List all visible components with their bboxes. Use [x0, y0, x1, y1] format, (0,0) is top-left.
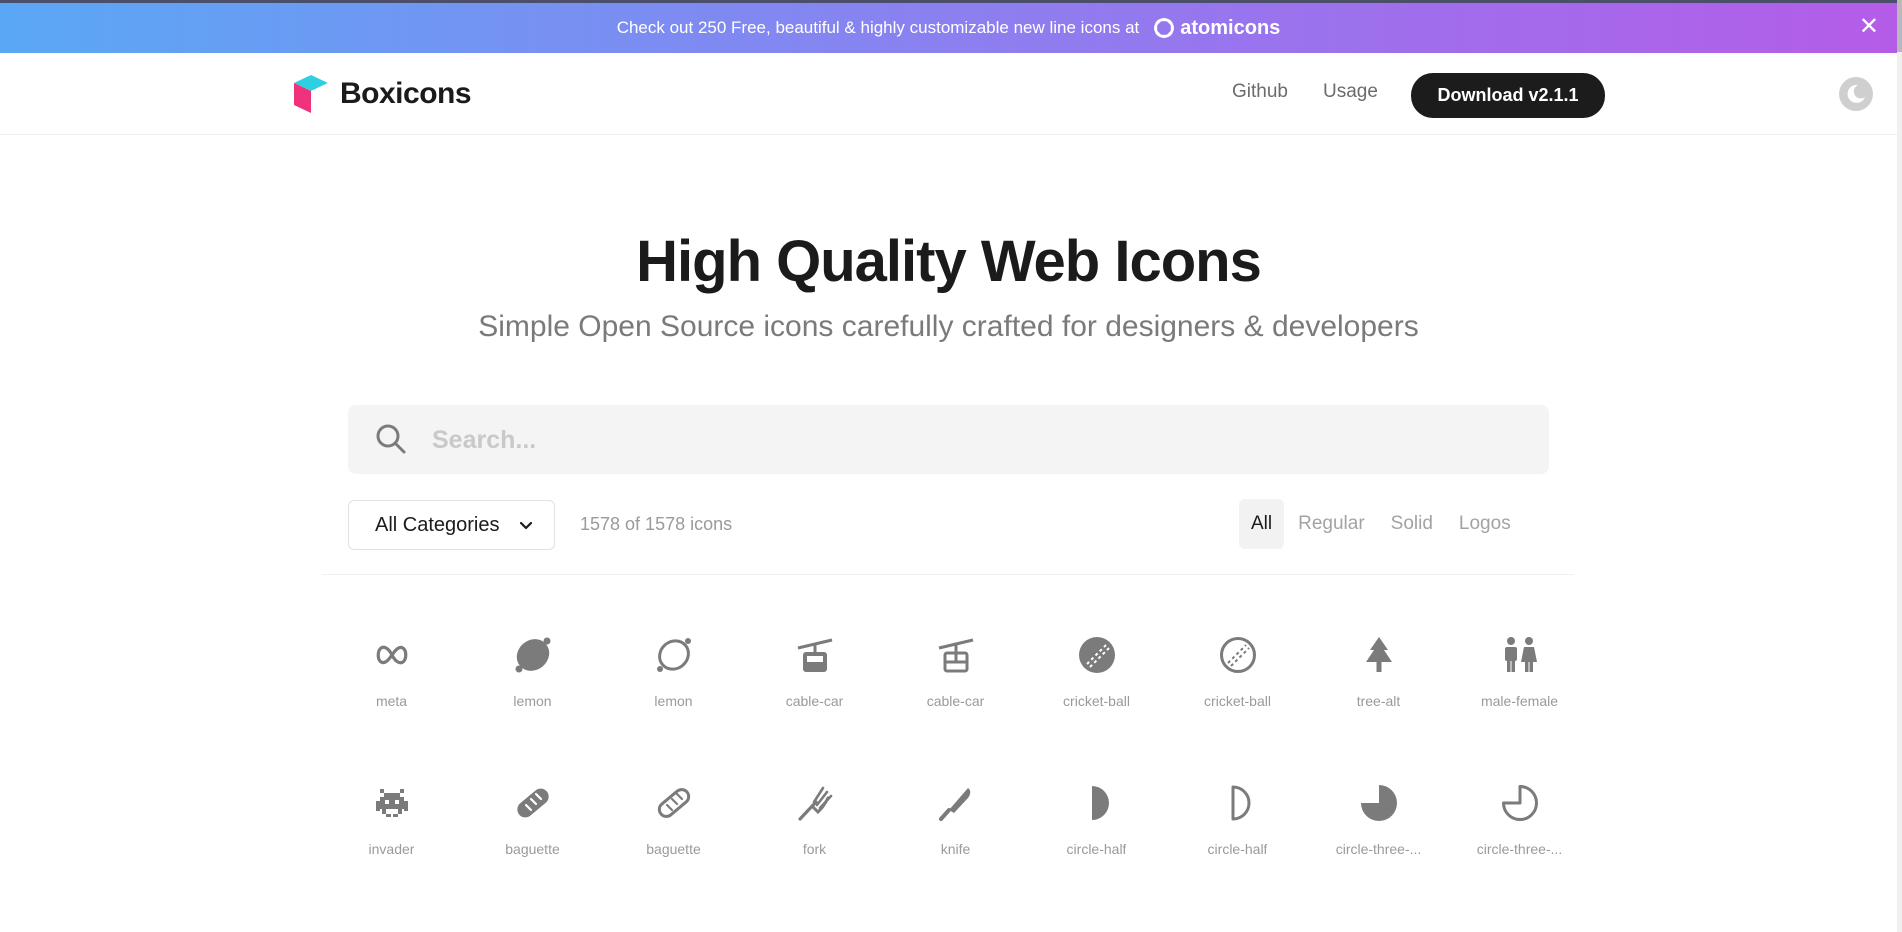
icon-count: 1578 of 1578 icons — [580, 514, 733, 534]
section-divider — [322, 574, 1574, 575]
promo-banner-text: Check out 250 Free, beautiful & highly c… — [616, 18, 1140, 37]
brand-logo-link[interactable]: Boxicons — [292, 73, 472, 115]
search-box[interactable] — [348, 405, 1549, 474]
circle-half-solid-icon — [1091, 786, 1109, 820]
brand-name: Boxicons — [340, 77, 472, 110]
boxicons-logo-icon — [294, 75, 328, 113]
meta-icon — [376, 645, 407, 665]
icon-card-cable-car[interactable]: cable-car — [744, 620, 885, 716]
invader-icon — [375, 789, 408, 817]
baguette-solid-icon — [516, 788, 549, 818]
cricket-ball-solid-icon — [1078, 637, 1115, 673]
lemon-solid-icon — [515, 637, 550, 673]
knife-icon — [938, 788, 970, 821]
icon-label: cable-car — [785, 693, 844, 709]
icon-card-tree-alt[interactable]: tree-alt — [1308, 620, 1449, 716]
icon-card-baguette[interactable]: baguette — [603, 768, 744, 864]
icon-card-knife[interactable]: knife — [885, 768, 1026, 864]
search-icon — [376, 424, 406, 454]
icon-label: lemon — [654, 693, 693, 709]
icon-label: meta — [375, 693, 408, 709]
circle-half-regular-icon — [1231, 785, 1250, 821]
moon-icon — [1847, 84, 1865, 103]
icon-card-meta[interactable]: meta — [321, 620, 462, 716]
icon-card-circle-half[interactable]: circle-half — [1026, 768, 1167, 864]
tab-logos[interactable]: Logos — [1447, 499, 1523, 549]
icon-card-circle-half[interactable]: circle-half — [1167, 768, 1308, 864]
tab-solid[interactable]: Solid — [1379, 499, 1445, 549]
category-dropdown-value: All Categories — [375, 513, 500, 536]
icon-label: circle-half — [1207, 841, 1268, 857]
icon-card-fork[interactable]: fork — [744, 768, 885, 864]
navbar: Boxicons Github Usage Download v2.1.1 — [0, 53, 1897, 135]
icon-label: cricket-ball — [1063, 693, 1130, 709]
icon-card-cable-car[interactable]: cable-car — [885, 620, 1026, 716]
icon-label: knife — [940, 841, 971, 857]
page-subtitle: Simple Open Source icons carefully craft… — [478, 310, 1419, 343]
icon-card-invader[interactable]: invader — [321, 768, 462, 864]
icon-card-lemon[interactable]: lemon — [462, 620, 603, 716]
baguette-regular-icon — [657, 788, 690, 818]
icon-card-circle-three-quarter[interactable]: circle-three-... — [1449, 768, 1590, 864]
icon-grid: meta lemon lemon cable-car cable-car cri… — [321, 620, 1591, 864]
icon-label: cricket-ball — [1204, 693, 1271, 709]
theme-toggle-button[interactable] — [1839, 77, 1873, 111]
tab-regular[interactable]: Regular — [1286, 499, 1377, 549]
close-icon[interactable]: ✕ — [1859, 15, 1879, 39]
tree-alt-icon — [1365, 637, 1392, 672]
scrollbar-track[interactable] — [1897, 0, 1902, 932]
nav-link-github[interactable]: Github — [1232, 81, 1288, 103]
atomicons-label: atomicons — [1180, 16, 1281, 39]
fork-icon — [797, 786, 832, 821]
scrollbar-thumb[interactable] — [1897, 0, 1902, 52]
circle-three-quarter-solid-icon — [1360, 785, 1397, 821]
style-tabs: All Regular Solid Logos — [1239, 499, 1525, 549]
icon-label: circle-half — [1066, 841, 1127, 857]
atomicons-link[interactable]: atomicons — [1153, 17, 1280, 40]
icon-label: baguette — [646, 841, 701, 857]
icon-card-cricket-ball[interactable]: cricket-ball — [1167, 620, 1308, 716]
icon-label: circle-three-... — [1335, 841, 1422, 857]
chevron-down-icon — [519, 521, 533, 530]
icon-label: tree-alt — [1356, 693, 1401, 709]
icon-label: lemon — [513, 693, 552, 709]
cable-car-regular-icon — [938, 638, 973, 673]
search-input[interactable] — [432, 419, 1522, 461]
cricket-ball-regular-icon — [1219, 637, 1256, 673]
tab-all[interactable]: All — [1239, 499, 1285, 549]
icon-label: baguette — [505, 841, 560, 857]
promo-banner: Check out 250 Free, beautiful & highly c… — [0, 0, 1897, 53]
atomicons-logo-icon — [1154, 17, 1175, 39]
page-title: High Quality Web Icons — [636, 229, 1262, 294]
icon-card-male-female[interactable]: male-female — [1449, 620, 1590, 716]
icon-card-lemon[interactable]: lemon — [603, 620, 744, 716]
cable-car-solid-icon — [797, 638, 832, 672]
nav-link-usage[interactable]: Usage — [1323, 81, 1378, 103]
icon-label: cable-car — [926, 693, 985, 709]
icon-card-cricket-ball[interactable]: cricket-ball — [1026, 620, 1167, 716]
category-dropdown[interactable]: All Categories — [348, 500, 555, 550]
icon-label: circle-three-... — [1476, 841, 1563, 857]
lemon-regular-icon — [656, 638, 691, 672]
icon-label: fork — [802, 841, 827, 857]
icon-label: invader — [368, 841, 415, 857]
download-button[interactable]: Download v2.1.1 — [1411, 73, 1605, 118]
male-female-icon — [1504, 637, 1537, 672]
circle-three-quarter-regular-icon — [1501, 785, 1538, 821]
icon-card-circle-three-quarter[interactable]: circle-three-... — [1308, 768, 1449, 864]
icon-card-baguette[interactable]: baguette — [462, 768, 603, 864]
icon-label: male-female — [1480, 693, 1559, 709]
